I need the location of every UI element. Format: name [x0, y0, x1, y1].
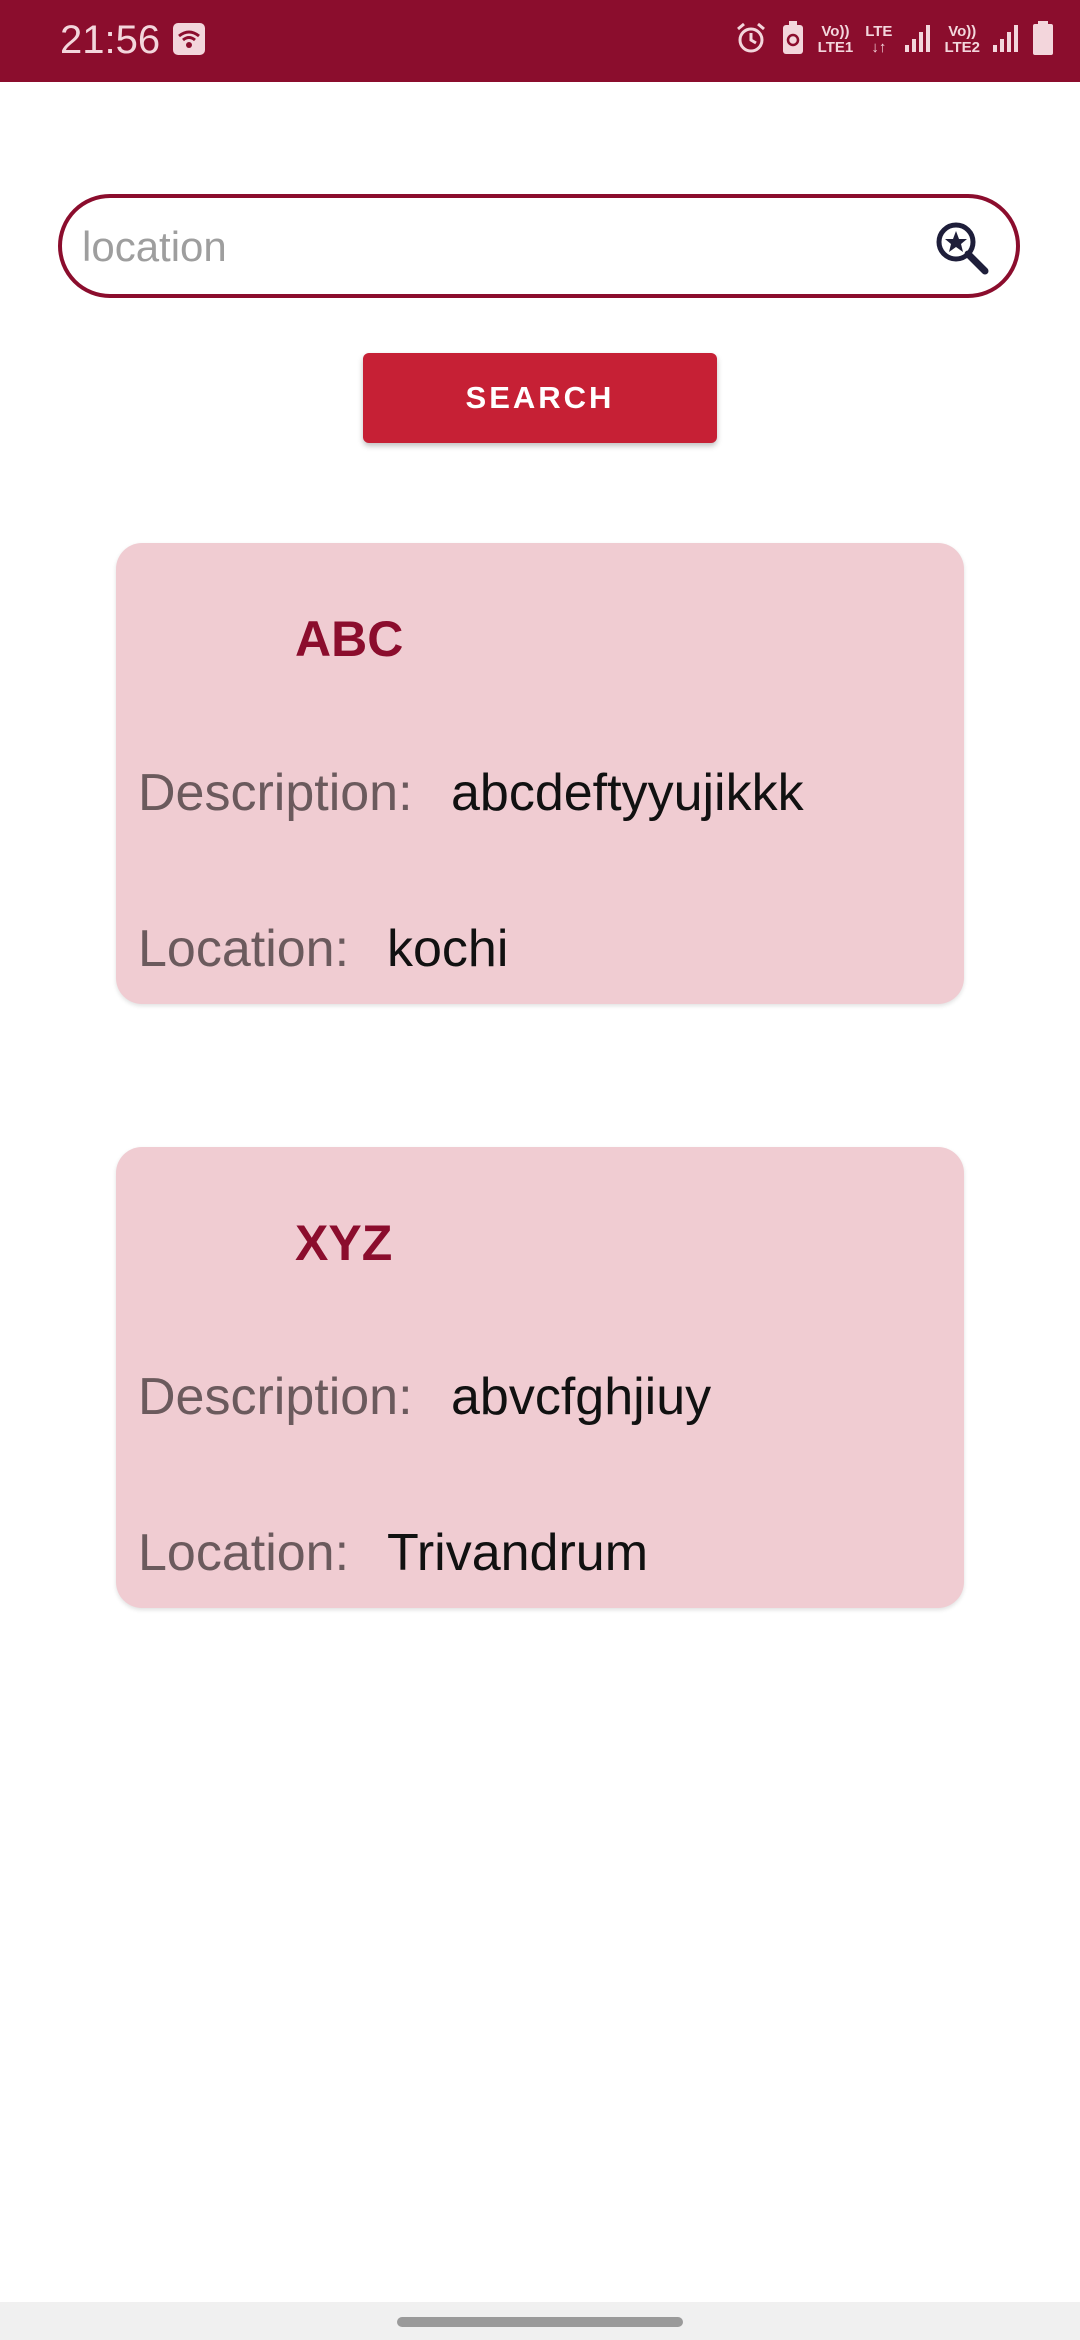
location-search-input[interactable] [80, 210, 904, 284]
sim1-label: Vo)) LTE1 [818, 24, 854, 56]
search-star-icon[interactable] [934, 220, 990, 276]
search-button[interactable]: SEARCH [363, 353, 717, 443]
description-label: Description: [138, 764, 413, 822]
description-label: Description: [138, 1368, 413, 1426]
status-time: 21:56 [60, 18, 161, 62]
wifi-icon [172, 22, 206, 56]
battery-saver-icon [780, 20, 806, 61]
home-gesture-handle[interactable] [397, 2317, 683, 2327]
description-value: abvcfghjiuy [451, 1368, 712, 1426]
battery-icon [1032, 20, 1054, 61]
navigation-bar [0, 2302, 1080, 2340]
location-label: Location: [138, 920, 350, 978]
location-value: kochi [387, 920, 509, 978]
sim2-label: Vo)) LTE2 [944, 24, 980, 56]
signal-icon [992, 23, 1020, 58]
card-title: XYZ [295, 1215, 393, 1271]
data-arrows-icon: ↓↑ [871, 39, 887, 56]
description-value: abcdeftyyujikkk [451, 764, 804, 822]
lte-text: LTE [865, 23, 893, 40]
result-card[interactable]: ABC Description: abcdeftyyujikkk Locatio… [116, 543, 964, 1004]
result-card[interactable]: XYZ Description: abvcfghjiuy Location: T… [116, 1147, 964, 1608]
card-title: ABC [295, 611, 404, 667]
location-label: Location: [138, 1524, 350, 1582]
signal-icon [904, 23, 932, 58]
search-box [58, 194, 1020, 298]
status-icons: Vo)) LTE1 LTE ↓↑ Vo)) LTE2 [734, 14, 1054, 66]
location-value: Trivandrum [387, 1524, 649, 1582]
status-bar: 21:56 Vo)) LTE1 LTE ↓↑ Vo)) LTE2 [0, 0, 1080, 82]
sim2-lte-text: LTE2 [944, 39, 980, 56]
sim1-lte-text: LTE1 [817, 39, 854, 56]
lte-data-label: LTE ↓↑ [865, 24, 892, 56]
sim1-volte-text: Vo)) [821, 23, 850, 40]
alarm-icon [734, 21, 768, 60]
sim2-volte-text: Vo)) [948, 23, 977, 40]
